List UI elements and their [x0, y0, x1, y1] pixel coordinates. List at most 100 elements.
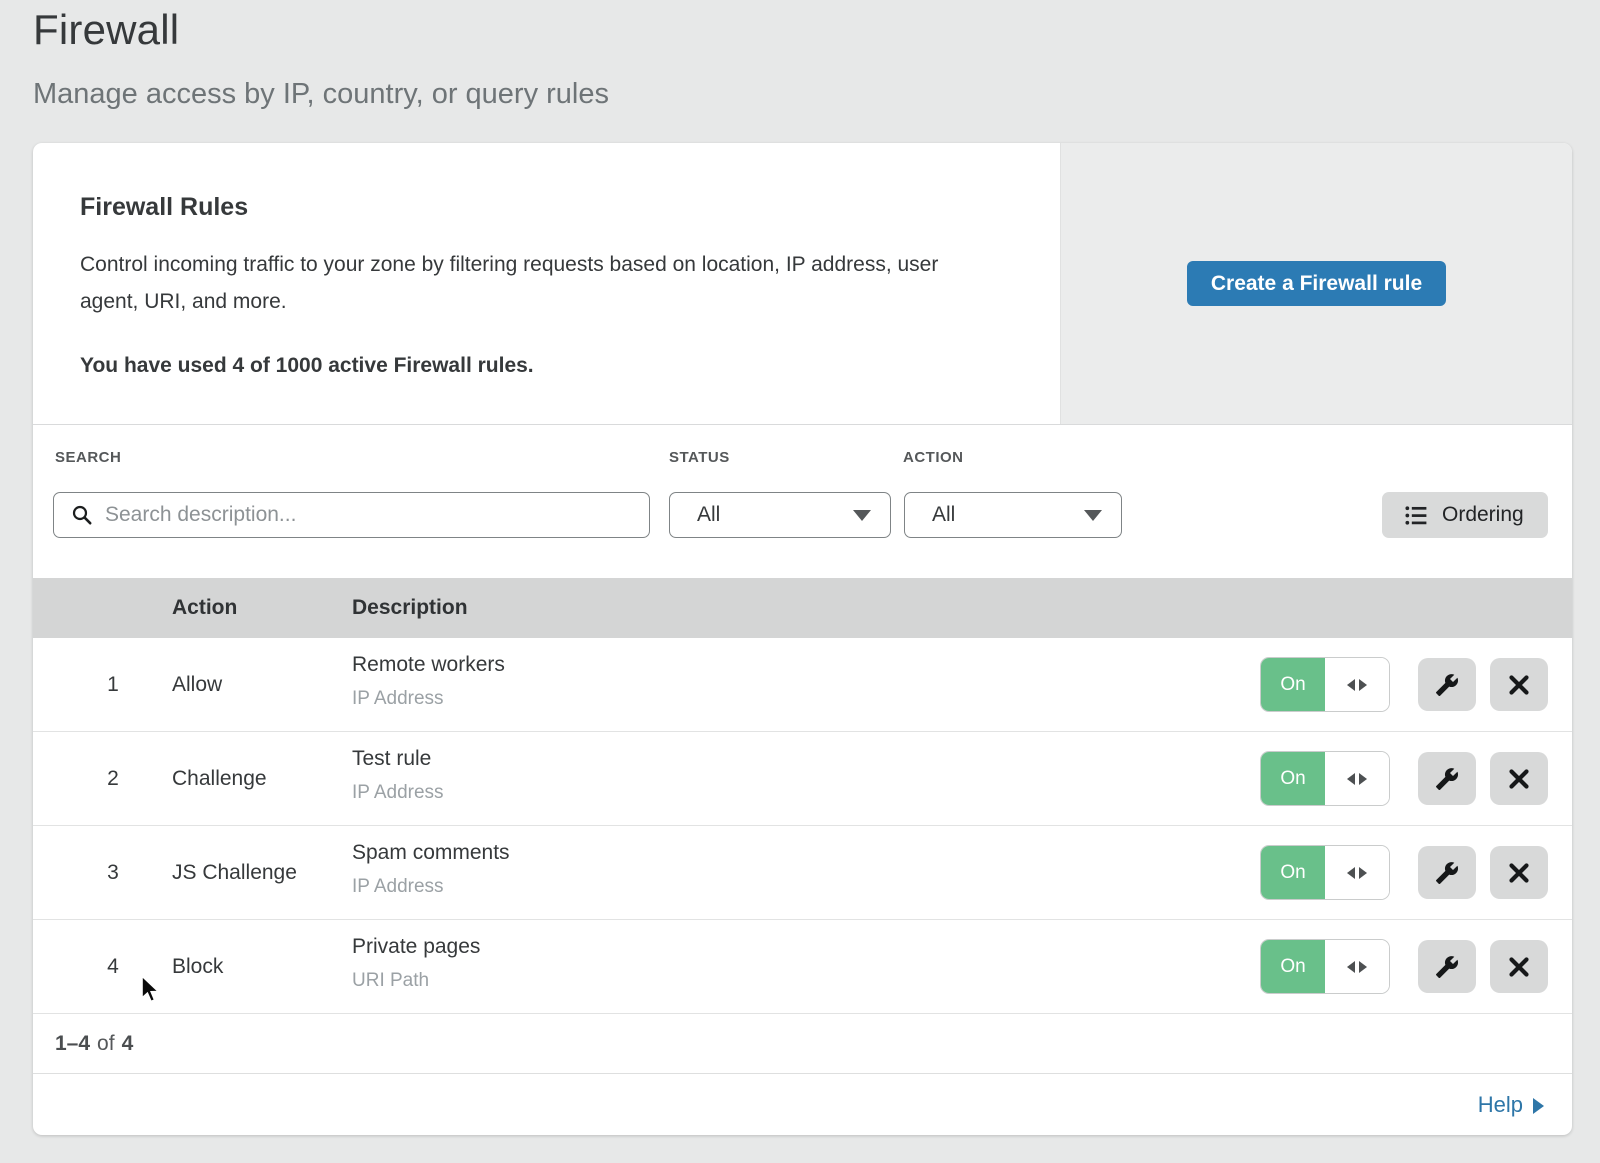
list-icon	[1404, 503, 1429, 528]
rule-priority: 1	[93, 638, 133, 731]
action-label: ACTION	[903, 449, 964, 466]
rule-match-type: IP Address	[352, 876, 510, 898]
wrench-icon	[1435, 673, 1459, 697]
rule-action: Block	[172, 920, 223, 1013]
rule-description: Spam comments	[352, 841, 510, 865]
rule-description-block: Test rule IP Address	[352, 747, 444, 804]
ordering-button[interactable]: Ordering	[1382, 492, 1548, 538]
usage-summary: You have used 4 of 1000 active Firewall …	[80, 354, 1000, 378]
rule-match-type: IP Address	[352, 782, 444, 804]
rule-description-block: Spam comments IP Address	[352, 841, 510, 898]
arrow-right-icon	[1533, 1098, 1544, 1114]
rule-controls: On	[1261, 752, 1548, 805]
overview-title: Firewall Rules	[80, 193, 1000, 222]
delete-rule-button[interactable]	[1490, 940, 1548, 993]
rule-description-block: Remote workers IP Address	[352, 653, 505, 710]
rule-priority: 4	[93, 920, 133, 1013]
firewall-rule-row: 1 Allow Remote workers IP Address On	[33, 638, 1572, 732]
action-select[interactable]: All	[904, 492, 1122, 538]
rule-priority: 2	[93, 732, 133, 825]
firewall-rules-card: Firewall Rules Control incoming traffic …	[33, 143, 1572, 1135]
help-row: Help	[33, 1073, 1572, 1135]
rule-controls: On	[1261, 940, 1548, 993]
rule-enabled-toggle[interactable]: On	[1261, 940, 1389, 993]
wrench-icon	[1435, 767, 1459, 791]
rule-controls: On	[1261, 846, 1548, 899]
firewall-rule-row: 4 Block Private pages URI Path On	[33, 920, 1572, 1014]
delete-rule-button[interactable]	[1490, 658, 1548, 711]
triangle-right-icon	[1359, 679, 1367, 691]
rule-action: Allow	[172, 638, 222, 731]
page-header: Firewall Manage access by IP, country, o…	[33, 6, 609, 111]
toggle-on-label: On	[1261, 846, 1325, 899]
search-icon	[71, 504, 93, 526]
toggle-on-label: On	[1261, 658, 1325, 711]
search-box[interactable]	[53, 492, 650, 538]
delete-rule-button[interactable]	[1490, 752, 1548, 805]
rule-enabled-toggle[interactable]: On	[1261, 846, 1389, 899]
triangle-right-icon	[1359, 961, 1367, 973]
rule-action: JS Challenge	[172, 826, 297, 919]
firewall-rule-row: 3 JS Challenge Spam comments IP Address …	[33, 826, 1572, 920]
toggle-handle[interactable]	[1325, 658, 1389, 711]
close-icon	[1508, 768, 1530, 790]
toggle-on-label: On	[1261, 940, 1325, 993]
status-selected-value: All	[697, 503, 853, 527]
delete-rule-button[interactable]	[1490, 846, 1548, 899]
triangle-left-icon	[1347, 679, 1355, 691]
rule-action: Challenge	[172, 732, 267, 825]
triangle-right-icon	[1359, 773, 1367, 785]
filters-bar: SEARCH STATUS All ACTION All Ordering	[33, 425, 1572, 578]
toggle-handle[interactable]	[1325, 940, 1389, 993]
help-link[interactable]: Help	[1478, 1092, 1544, 1118]
wrench-icon	[1435, 861, 1459, 885]
column-header-description: Description	[352, 578, 468, 638]
overview-section: Firewall Rules Control incoming traffic …	[33, 143, 1572, 425]
firewall-rule-row: 2 Challenge Test rule IP Address On	[33, 732, 1572, 826]
toggle-handle[interactable]	[1325, 752, 1389, 805]
close-icon	[1508, 674, 1530, 696]
firewall-rules-list: 1 Allow Remote workers IP Address On	[33, 638, 1572, 1014]
chevron-down-icon	[853, 510, 871, 521]
rule-enabled-toggle[interactable]: On	[1261, 658, 1389, 711]
triangle-left-icon	[1347, 867, 1355, 879]
triangle-left-icon	[1347, 961, 1355, 973]
edit-rule-button[interactable]	[1418, 940, 1476, 993]
triangle-left-icon	[1347, 773, 1355, 785]
rule-description: Private pages	[352, 935, 480, 959]
status-label: STATUS	[669, 449, 730, 466]
page-title: Firewall	[33, 6, 609, 54]
pagination-summary: 1–4 of 4	[33, 1014, 1572, 1073]
rule-match-type: URI Path	[352, 970, 480, 992]
overview-action-panel: Create a Firewall rule	[1060, 143, 1572, 424]
wrench-icon	[1435, 955, 1459, 979]
search-input[interactable]	[103, 502, 649, 528]
create-firewall-rule-button[interactable]: Create a Firewall rule	[1187, 261, 1446, 306]
edit-rule-button[interactable]	[1418, 846, 1476, 899]
ordering-button-label: Ordering	[1442, 503, 1524, 527]
edit-rule-button[interactable]	[1418, 752, 1476, 805]
rule-description: Test rule	[352, 747, 444, 771]
rule-controls: On	[1261, 658, 1548, 711]
pagination-of: of	[97, 1032, 115, 1056]
triangle-right-icon	[1359, 867, 1367, 879]
edit-rule-button[interactable]	[1418, 658, 1476, 711]
pagination-range: 1–4	[55, 1032, 90, 1056]
page-subtitle: Manage access by IP, country, or query r…	[33, 78, 609, 111]
close-icon	[1508, 956, 1530, 978]
rule-priority: 3	[93, 826, 133, 919]
rule-match-type: IP Address	[352, 688, 505, 710]
toggle-on-label: On	[1261, 752, 1325, 805]
rule-description: Remote workers	[352, 653, 505, 677]
rule-description-block: Private pages URI Path	[352, 935, 480, 992]
table-header: Action Description	[33, 578, 1572, 638]
close-icon	[1508, 862, 1530, 884]
action-selected-value: All	[932, 503, 1084, 527]
overview-text-block: Firewall Rules Control incoming traffic …	[33, 143, 1060, 424]
chevron-down-icon	[1084, 510, 1102, 521]
status-select[interactable]: All	[669, 492, 891, 538]
rule-enabled-toggle[interactable]: On	[1261, 752, 1389, 805]
column-header-action: Action	[172, 578, 237, 638]
search-label: SEARCH	[55, 449, 121, 466]
toggle-handle[interactable]	[1325, 846, 1389, 899]
